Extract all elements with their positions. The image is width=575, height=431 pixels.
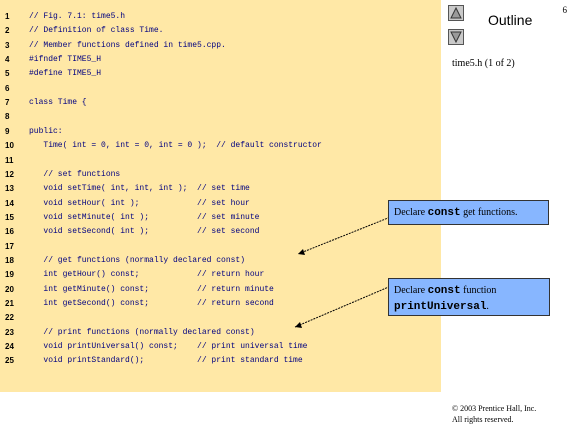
copyright-line-1: © 2003 Prentice Hall, Inc.: [452, 404, 537, 413]
copyright: © 2003 Prentice Hall, Inc. All rights re…: [452, 403, 536, 425]
arrowhead-2: [295, 322, 302, 328]
outline-title[interactable]: Outline: [488, 12, 532, 28]
callout-2-pre: Declare: [394, 285, 428, 296]
triangle-down-icon: [450, 31, 462, 44]
callout-2-mid: function: [460, 285, 497, 296]
callout-1-pre: Declare: [394, 207, 428, 218]
slide-number: 6: [562, 5, 568, 15]
outline-up-button[interactable]: [448, 5, 464, 21]
callout-const-print-universal: Declare const function printUniversal.: [388, 278, 550, 316]
triangle-up-icon: [450, 6, 462, 19]
callout-const-get-functions: Declare const get functions.: [388, 200, 549, 225]
arrow-line-2: [294, 282, 399, 328]
arrow-line-1: [297, 213, 399, 255]
callout-1-code: const: [427, 207, 461, 219]
arrowhead-1: [298, 249, 305, 255]
outline-down-button[interactable]: [448, 29, 464, 45]
callout-2-code2: printUniversal: [394, 301, 487, 313]
outline-subtitle: time5.h (1 of 2): [452, 58, 515, 69]
callout-2-code: const: [427, 285, 461, 297]
callout-1-post: get functions.: [460, 207, 518, 218]
callout-2-post: .: [486, 301, 489, 312]
copyright-line-2: All rights reserved.: [452, 415, 514, 424]
